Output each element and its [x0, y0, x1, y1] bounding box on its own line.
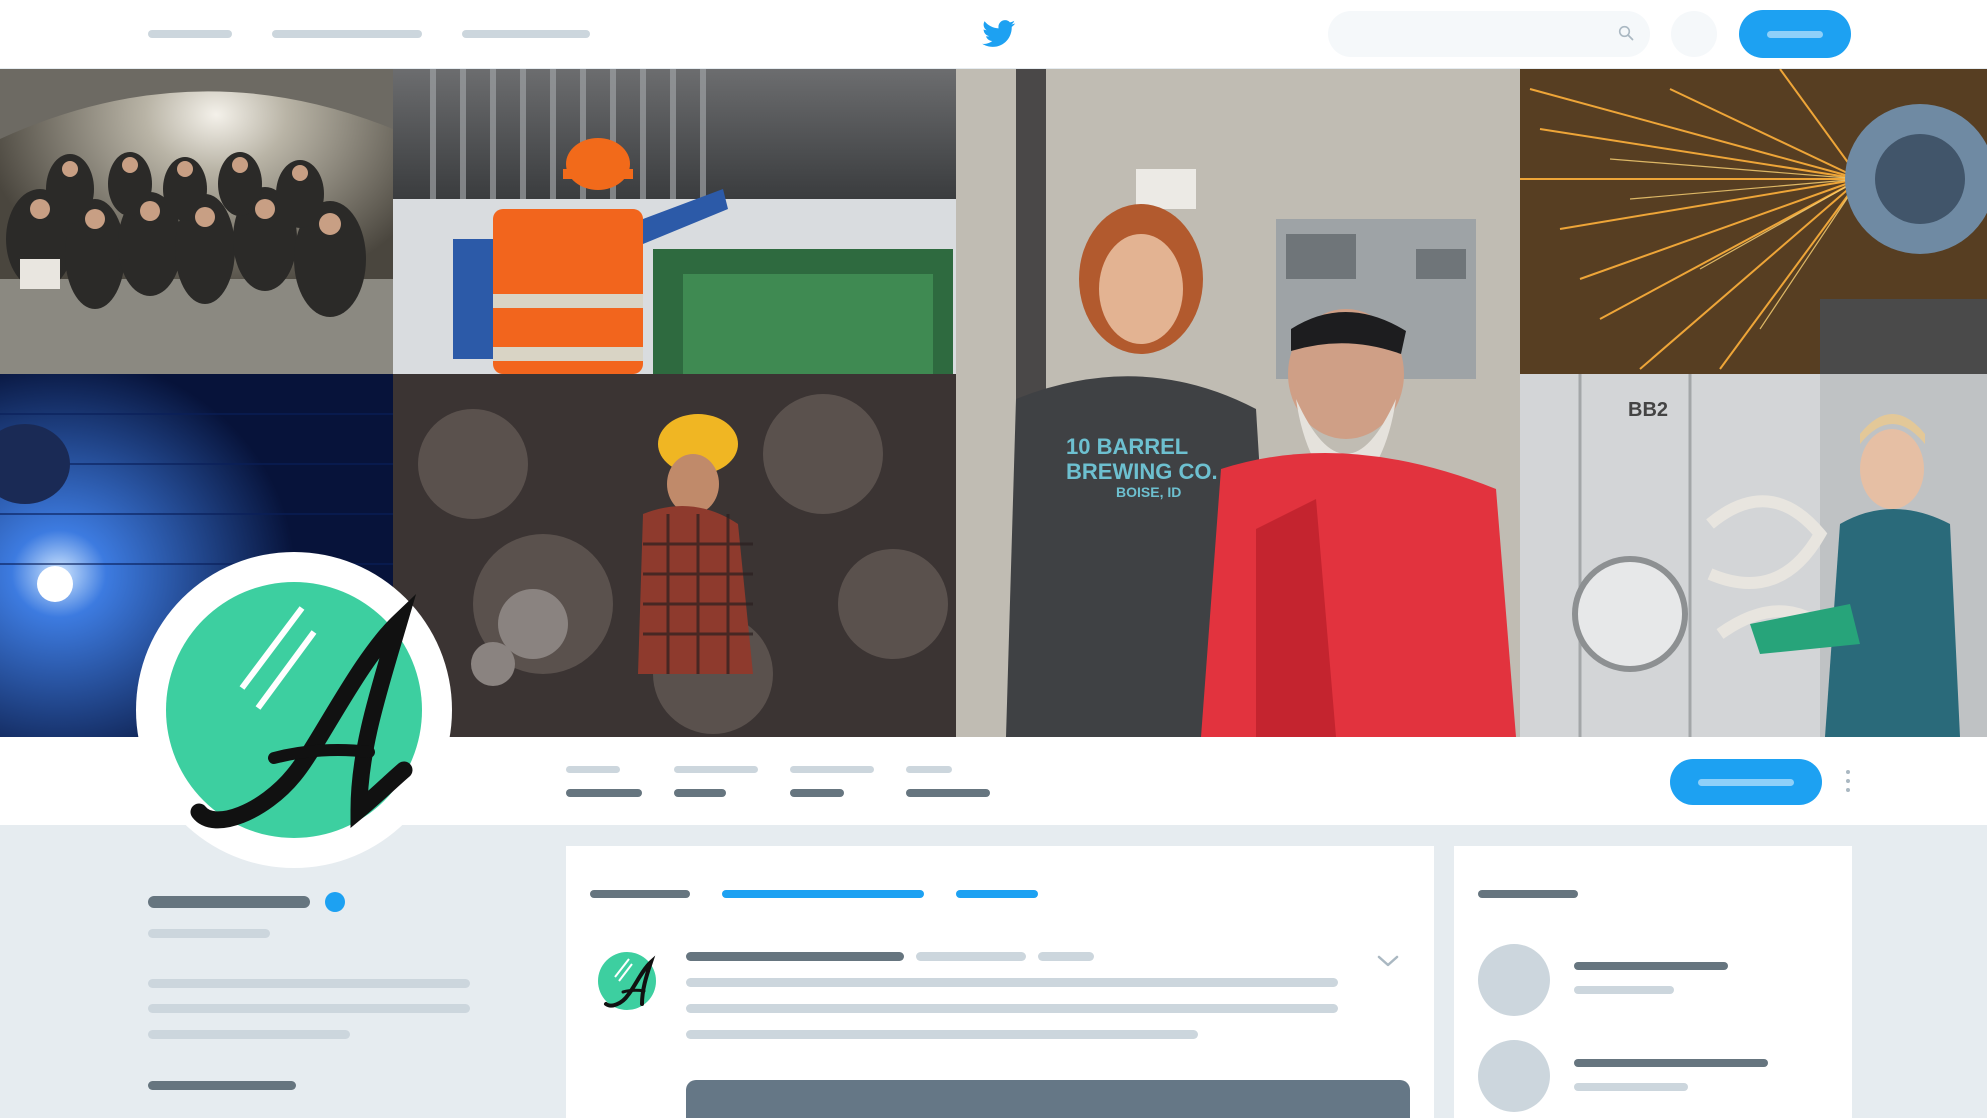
tweet-feed: [566, 846, 1434, 1118]
tweet-button[interactable]: [1739, 10, 1851, 58]
header-photo-brewery-staff: 10 BARREL BREWING CO. BOISE, ID: [956, 69, 1520, 737]
nav-item-home[interactable]: [148, 30, 232, 38]
tweet-text-line: [686, 1004, 1338, 1013]
stat-value-tweets[interactable]: [566, 789, 642, 797]
profile-handle: [148, 929, 270, 938]
nav-item-notifications[interactable]: [272, 30, 422, 38]
stat-value-likes[interactable]: [906, 789, 990, 797]
chevron-down-icon[interactable]: [1376, 953, 1400, 969]
profile-display-name: [148, 896, 310, 908]
header-photo-machinist: [393, 374, 956, 737]
tweet-text-line: [686, 978, 1338, 987]
stat-label-following: [674, 766, 758, 773]
suggested-account-avatar[interactable]: [1478, 944, 1550, 1016]
stat-label-tweets: [566, 766, 620, 773]
tweet-author-avatar[interactable]: [596, 950, 658, 1012]
tweet-author-handle[interactable]: [916, 952, 1026, 961]
verified-badge-icon: [325, 892, 345, 912]
shirt-text-line-2: BREWING CO.: [1066, 459, 1218, 484]
who-to-follow-title: [1478, 890, 1578, 898]
profile-bio-line: [148, 1004, 470, 1013]
tweet-media[interactable]: [686, 1080, 1410, 1118]
tweet-text-line: [686, 1030, 1198, 1039]
profile-bio-line: [148, 1030, 350, 1039]
nav-item-messages[interactable]: [462, 30, 590, 38]
header-photo-group: [0, 69, 393, 374]
follow-button[interactable]: [1670, 759, 1822, 805]
tab-tweets[interactable]: [590, 890, 690, 898]
stat-label-likes: [906, 766, 952, 773]
follow-button-label: [1698, 779, 1794, 786]
tweet-author-name[interactable]: [686, 952, 904, 961]
who-to-follow-card: [1454, 846, 1852, 1118]
stat-value-followers[interactable]: [790, 789, 844, 797]
suggested-account-name[interactable]: [1574, 1059, 1768, 1067]
header-photo-worker-vest: [393, 69, 956, 374]
profile-bio-line: [148, 979, 470, 988]
twitter-bird-icon[interactable]: [982, 20, 1016, 48]
search-input[interactable]: [1328, 11, 1650, 57]
account-avatar[interactable]: [1671, 11, 1717, 57]
tweet-button-label: [1767, 31, 1823, 38]
header-photo-tank-worker: BB2: [1520, 374, 1987, 737]
shirt-text-line-1: 10 BARREL: [1066, 434, 1188, 459]
top-navigation-bar: [0, 0, 1987, 69]
stat-value-following[interactable]: [674, 789, 726, 797]
more-options-icon[interactable]: [1844, 770, 1852, 796]
suggested-account-avatar[interactable]: [1478, 1040, 1550, 1112]
header-photo-grinding-sparks: [1520, 69, 1987, 374]
tweet-timestamp[interactable]: [1038, 952, 1094, 961]
profile-avatar[interactable]: [136, 552, 452, 868]
profile-location: [148, 1081, 296, 1090]
suggested-account-handle: [1574, 986, 1674, 994]
suggested-account-handle: [1574, 1083, 1688, 1091]
tab-media[interactable]: [956, 890, 1038, 898]
tank-label: BB2: [1628, 399, 1668, 421]
search-icon: [1618, 25, 1634, 41]
shirt-text-line-3: BOISE, ID: [1116, 484, 1181, 500]
stat-label-followers: [790, 766, 874, 773]
tab-tweets-and-replies[interactable]: [722, 890, 924, 898]
brand-logo-icon: [166, 582, 422, 838]
suggested-account-name[interactable]: [1574, 962, 1728, 970]
